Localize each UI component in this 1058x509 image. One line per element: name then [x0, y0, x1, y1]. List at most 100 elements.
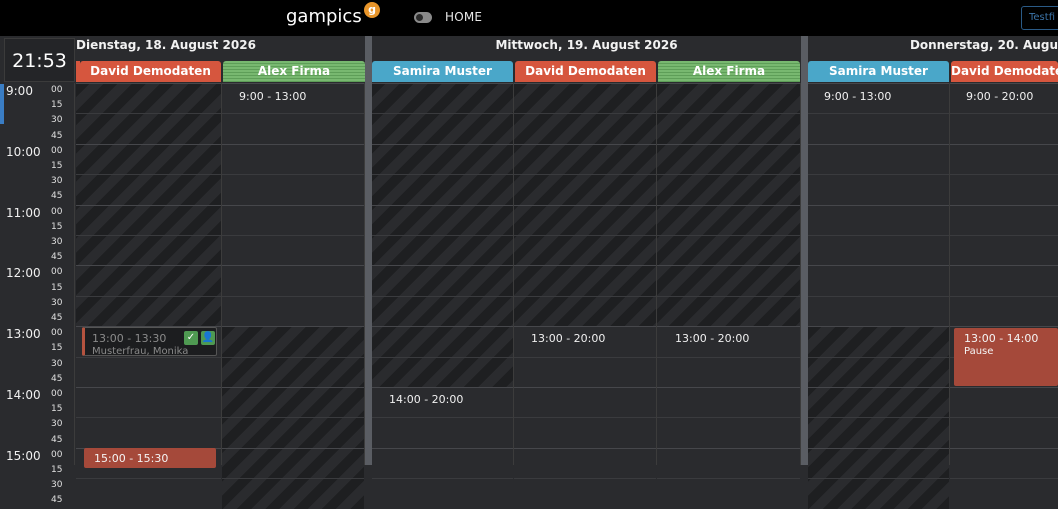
grid-line [76, 204, 221, 206]
column-header-tue-alex[interactable]: Alex Firma [223, 61, 365, 82]
grid-line [372, 235, 513, 236]
grid-line [808, 174, 949, 176]
grid-line [514, 326, 656, 328]
grid-line [372, 356, 513, 358]
grid-line [657, 265, 800, 267]
grid-line [514, 174, 656, 176]
grid-line [808, 447, 949, 449]
minute-label: 30 [51, 297, 63, 308]
grid-line [76, 143, 221, 145]
grid-line [950, 295, 1058, 297]
check-icon[interactable]: ✓ [184, 331, 198, 345]
schedule-column-thu-samira[interactable] [808, 83, 950, 509]
minute-label: 15 [51, 465, 63, 475]
grid-line [222, 356, 364, 358]
grid-line [808, 356, 949, 358]
grid-line [657, 174, 800, 176]
schedule-column-tue-alex[interactable] [222, 83, 365, 509]
grid-line [76, 478, 221, 480]
grid-line [950, 83, 1058, 84]
grid-line [372, 387, 513, 388]
column-header-wed-samira[interactable]: Samira Muster [372, 61, 513, 82]
grid-line [372, 326, 513, 328]
grid-line [657, 295, 800, 297]
grid-line [950, 447, 1058, 449]
grid-line [76, 235, 221, 236]
grid-line [222, 265, 364, 267]
column-header-wed-alex[interactable]: Alex Firma [658, 61, 800, 82]
event-time: 15:00 - 15:30 [94, 452, 169, 465]
grid-line [514, 447, 656, 449]
grid-line [950, 235, 1058, 236]
grid-line [657, 204, 800, 206]
grid-line [514, 143, 656, 145]
user-check-icon[interactable]: 👤 [201, 331, 215, 345]
grid-line [657, 387, 800, 388]
day-header-thursday: Donnerstag, 20. Augu [909, 38, 1058, 52]
grid-line [514, 113, 656, 115]
event-label: Pause [964, 346, 994, 357]
column-header-thu-samira[interactable]: Samira Muster [808, 61, 949, 82]
minute-label: 30 [51, 176, 63, 187]
grid-line [950, 478, 1058, 480]
minute-label: 45 [51, 313, 63, 323]
grid-line [808, 478, 949, 480]
grid-line [76, 417, 221, 419]
grid-line [372, 143, 513, 145]
grid-line [76, 113, 221, 115]
current-time-indicator [0, 84, 4, 124]
pause-event[interactable]: 13:00 - 14:00 Pause [954, 328, 1058, 386]
grid-line [808, 113, 949, 115]
minute-label: 15 [51, 221, 63, 232]
grid-line [372, 417, 513, 419]
schedule-column-wed-david[interactable] [514, 83, 657, 480]
grid-line [808, 235, 949, 236]
minute-label: 30 [51, 237, 63, 247]
schedule-column-tue-david[interactable] [76, 83, 222, 480]
brand-logo[interactable]: gampics [286, 6, 362, 27]
grid-line [514, 387, 656, 388]
minute-label: 15 [51, 161, 63, 171]
grid-line [808, 83, 949, 84]
grid-line [222, 295, 364, 297]
hour-label: 10:00 [6, 144, 41, 159]
grid-line [222, 235, 364, 236]
toggle-switch[interactable] [414, 12, 432, 23]
schedule-column-wed-samira[interactable] [372, 83, 514, 480]
grid-line [372, 83, 513, 84]
test-button[interactable]: Testfi [1021, 6, 1058, 30]
grid-line [808, 387, 949, 388]
grid-line [222, 174, 364, 176]
grid-line [222, 387, 364, 388]
grid-line [76, 174, 221, 176]
minute-label: 30 [51, 115, 63, 126]
grid-line [372, 174, 513, 176]
grid-line [222, 113, 364, 115]
day-header-wednesday: Mittwoch, 19. August 2026 [495, 38, 678, 52]
minute-label: 30 [51, 358, 63, 369]
grid-line [808, 326, 949, 328]
grid-line [514, 235, 656, 236]
availability-label: 9:00 - 13:00 [239, 90, 307, 103]
top-bar: gampics g HOME Testfi [0, 0, 1058, 36]
grid-line [657, 83, 800, 84]
grid-line [950, 265, 1058, 267]
minute-label: 30 [51, 419, 63, 430]
blocked-event[interactable]: 15:00 - 15:30 [84, 448, 216, 468]
day-separator [365, 36, 372, 465]
hour-label: 13:00 [6, 327, 41, 342]
grid-line [657, 113, 800, 115]
grid-line [372, 447, 513, 449]
schedule-column-thu-david[interactable] [950, 83, 1058, 480]
day-separator [801, 36, 808, 465]
column-header-tue-david[interactable]: David Demodaten [80, 61, 221, 82]
schedule-column-wed-alex[interactable] [657, 83, 801, 480]
booking-event[interactable]: 13:00 - 13:30 Musterfrau, Monika ✓ 👤 [82, 327, 217, 356]
column-header-thu-david[interactable]: David Demodate [951, 61, 1058, 82]
nav-home-link[interactable]: HOME [445, 10, 482, 24]
column-header-wed-david[interactable]: David Demodaten [515, 61, 656, 82]
minute-label: 00 [51, 449, 63, 460]
grid-line [808, 265, 949, 267]
grid-line [514, 356, 656, 358]
grid-line [222, 447, 364, 449]
